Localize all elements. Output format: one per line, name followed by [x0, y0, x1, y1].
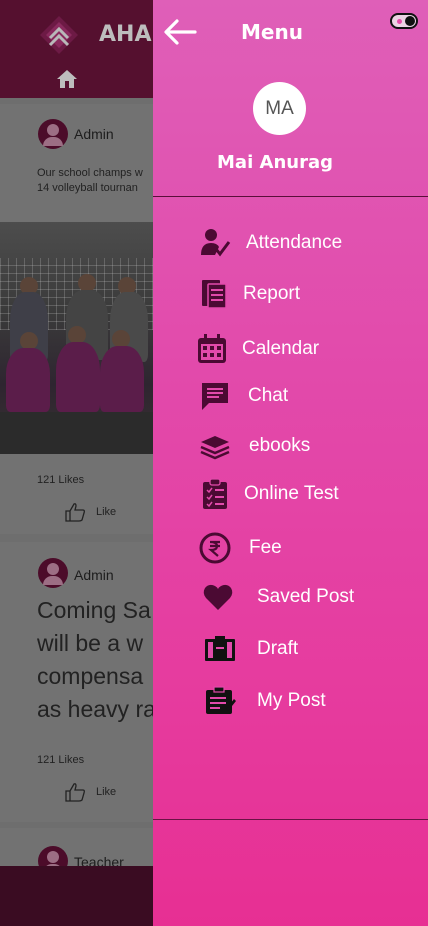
person: [6, 348, 50, 412]
arrow-left-icon[interactable]: [163, 18, 197, 46]
like-label: Like: [96, 786, 117, 798]
author-avatar[interactable]: [38, 558, 68, 588]
menu-item-online-test[interactable]: Online Test: [153, 472, 428, 516]
aha-logo: [40, 16, 78, 54]
menu-item-label: Chat: [248, 385, 289, 406]
menu-item-fee[interactable]: Fee: [153, 526, 428, 570]
menu-item-attendance[interactable]: Attendance: [153, 221, 428, 265]
toggle-icon[interactable]: [390, 13, 418, 29]
menu-item-ebooks[interactable]: ebooks: [153, 424, 428, 468]
menu-item-label: Online Test: [244, 483, 339, 504]
profile-name: Mai Anurag: [217, 152, 333, 173]
my-post-icon: [206, 686, 236, 714]
thumbs-up-icon: [65, 783, 85, 802]
menu-item-label: Attendance: [246, 232, 343, 253]
draft-icon: [205, 636, 235, 661]
menu-item-chat[interactable]: Chat: [153, 374, 428, 418]
like-label: Like: [96, 506, 117, 518]
profile-avatar[interactable]: MA: [253, 82, 306, 135]
menu-item-label: Calendar: [242, 338, 320, 359]
chat-icon: [202, 383, 228, 410]
menu-item-label: My Post: [257, 690, 326, 711]
books-icon: [200, 436, 230, 460]
person: [100, 346, 144, 412]
person: [56, 342, 100, 412]
like-button[interactable]: Like: [64, 502, 116, 522]
home-icon[interactable]: [56, 68, 78, 90]
menu-item-report[interactable]: Report: [153, 272, 428, 316]
attendance-icon: [201, 229, 231, 257]
menu-item-label: Fee: [249, 537, 282, 558]
menu-item-label: Report: [243, 283, 301, 304]
post-author[interactable]: Admin: [74, 126, 114, 142]
menu-item-my-post[interactable]: My Post: [153, 679, 428, 723]
menu-item-calendar[interactable]: Calendar: [153, 327, 428, 371]
author-avatar[interactable]: [38, 119, 68, 149]
divider: [153, 819, 428, 820]
ground: [0, 412, 153, 454]
thumbs-up-icon: [65, 503, 85, 522]
likes-count: 121 Likes: [37, 754, 85, 766]
rupee-icon: [199, 532, 231, 564]
toggle-dot: [397, 19, 402, 24]
menu-item-draft[interactable]: Draft: [153, 627, 428, 671]
heart-icon: [203, 584, 233, 610]
menu-item-saved-post[interactable]: Saved Post: [153, 575, 428, 619]
menu-item-label: ebooks: [249, 435, 311, 456]
likes-count: 121 Likes: [37, 474, 85, 486]
menu-title: Menu: [241, 20, 303, 44]
post-author[interactable]: Admin: [74, 567, 114, 583]
clipboard-icon: [203, 478, 227, 509]
app-title: AHA: [99, 22, 152, 47]
like-button[interactable]: Like: [64, 782, 116, 802]
report-icon: [202, 280, 227, 309]
navigation-drawer: Menu MA Mai Anurag Attendance Report Cal…: [153, 0, 428, 926]
calendar-icon: [198, 334, 226, 363]
menu-item-label: Draft: [257, 638, 299, 659]
menu-item-label: Saved Post: [257, 586, 355, 607]
divider: [153, 196, 428, 197]
